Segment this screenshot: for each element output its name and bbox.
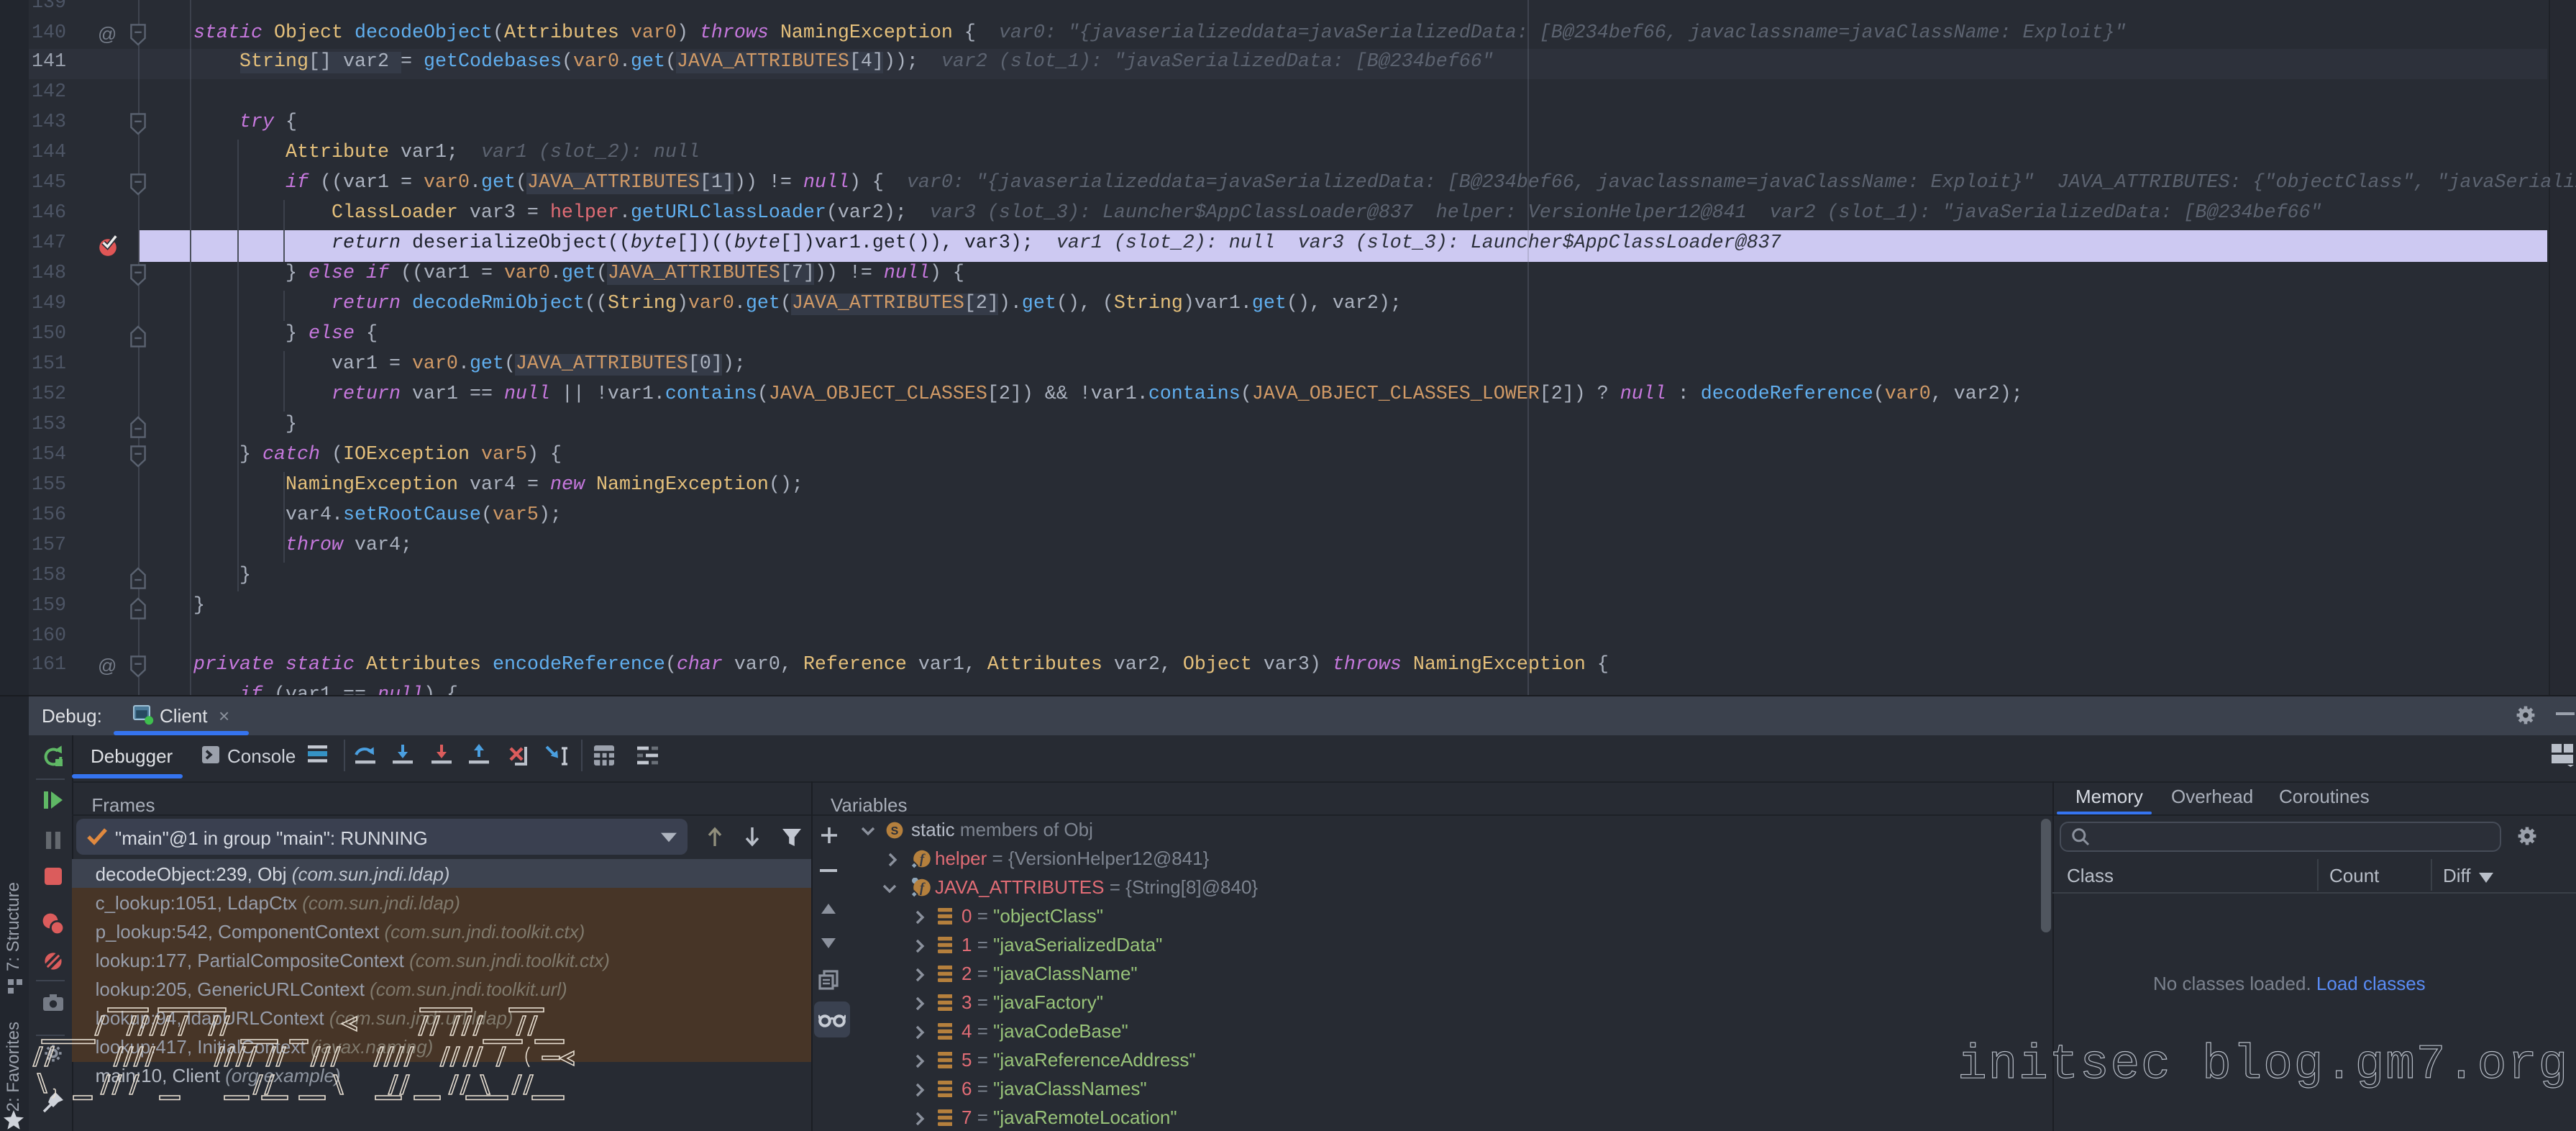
- svg-text:S: S: [890, 825, 898, 837]
